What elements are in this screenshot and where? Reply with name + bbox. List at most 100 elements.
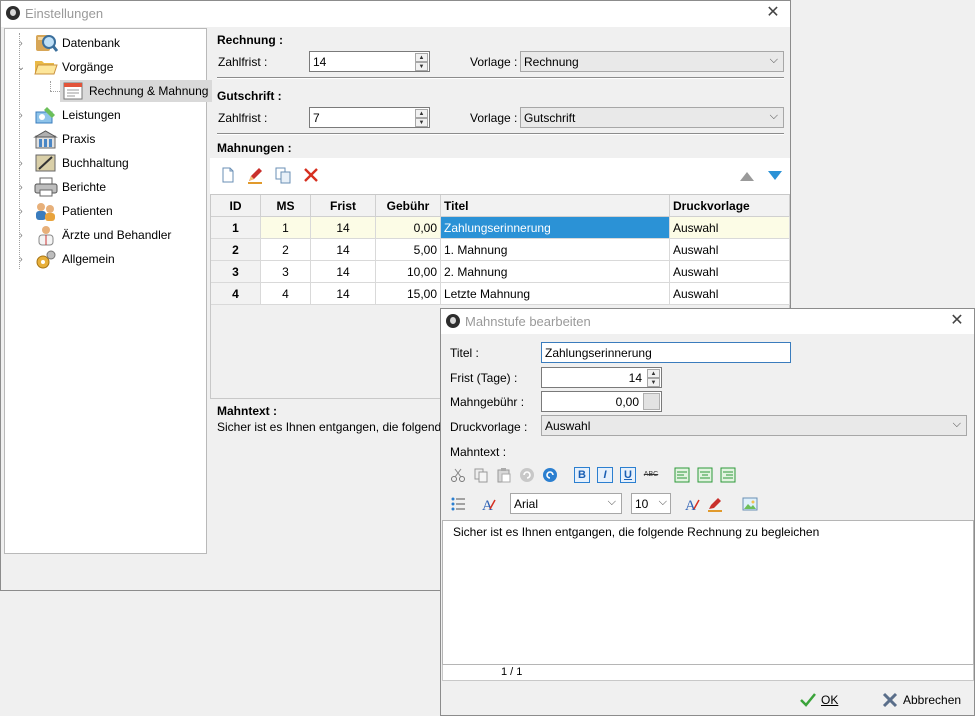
tree-item-allgemein[interactable]: › Allgemein bbox=[19, 248, 115, 270]
new-document-icon[interactable] bbox=[219, 166, 237, 184]
tree-item-vorgaenge[interactable]: ⌄ Vorgänge bbox=[17, 56, 113, 78]
table-cell-gebuehr[interactable]: 0,00 bbox=[376, 217, 441, 239]
column-header-druckvorlage[interactable]: Druckvorlage bbox=[670, 195, 790, 217]
close-icon[interactable]: ✕ bbox=[948, 312, 966, 330]
table-cell-frist[interactable]: 14 bbox=[311, 283, 376, 305]
paste-icon[interactable] bbox=[496, 467, 512, 483]
font-name-select[interactable]: Arial ⌵ bbox=[510, 493, 622, 514]
rechnung-zahlfrist-value: 14 bbox=[313, 55, 327, 69]
tree-item-patienten[interactable]: › Patienten bbox=[19, 200, 113, 222]
spin-up-icon[interactable]: ▲ bbox=[415, 109, 428, 118]
column-header-gebuehr[interactable]: Gebühr bbox=[376, 195, 441, 217]
align-right-icon[interactable] bbox=[720, 467, 736, 483]
italic-button[interactable]: I bbox=[597, 467, 613, 483]
mahntext-preview: Sicher ist es Ihnen entgangen, die folge… bbox=[217, 420, 467, 434]
column-header-titel[interactable]: Titel bbox=[441, 195, 670, 217]
table-row-id[interactable]: 4 bbox=[211, 283, 261, 305]
table-cell-gebuehr[interactable]: 5,00 bbox=[376, 239, 441, 261]
expand-arrow-icon[interactable]: › bbox=[16, 206, 26, 217]
align-center-icon[interactable] bbox=[697, 467, 713, 483]
font-size-select[interactable]: 10 ⌵ bbox=[631, 493, 671, 514]
tree-item-leistungen[interactable]: › Leistungen bbox=[19, 104, 121, 126]
tree-item-aerzte[interactable]: › Ärzte und Behandler bbox=[19, 224, 171, 246]
tree-item-praxis[interactable]: Praxis bbox=[33, 128, 95, 150]
copy-icon[interactable] bbox=[473, 467, 489, 483]
expand-arrow-icon[interactable]: › bbox=[16, 110, 26, 121]
mahngebuehr-input[interactable]: 0,00 bbox=[541, 391, 662, 412]
font-size-value: 10 bbox=[635, 497, 649, 511]
edit-pencil-icon[interactable] bbox=[246, 166, 264, 184]
titel-input[interactable]: Zahlungserinnerung bbox=[541, 342, 791, 363]
column-header-frist[interactable]: Frist bbox=[311, 195, 376, 217]
table-cell-titel[interactable]: 2. Mahnung bbox=[441, 261, 670, 283]
spin-up-icon[interactable]: ▲ bbox=[415, 53, 428, 62]
close-icon[interactable]: ✕ bbox=[764, 4, 782, 22]
bullet-list-icon[interactable] bbox=[450, 496, 466, 512]
collapse-arrow-icon[interactable]: ⌄ bbox=[16, 62, 26, 73]
rechnung-zahlfrist-stepper[interactable]: 14 ▲ ▼ bbox=[309, 51, 430, 72]
bold-button[interactable]: B bbox=[574, 467, 590, 483]
spin-down-icon[interactable]: ▼ bbox=[415, 118, 428, 127]
table-cell-ms[interactable]: 2 bbox=[261, 239, 311, 261]
text-color-icon[interactable]: A bbox=[684, 496, 700, 514]
table-row-id[interactable]: 3 bbox=[211, 261, 261, 283]
underline-button[interactable]: U bbox=[620, 467, 636, 483]
spin-down-icon[interactable]: ▼ bbox=[647, 378, 660, 387]
table-cell-frist[interactable]: 14 bbox=[311, 239, 376, 261]
tree-item-buchhaltung[interactable]: › Buchhaltung bbox=[19, 152, 129, 174]
calculator-button[interactable] bbox=[643, 393, 660, 410]
table-cell-titel-selected[interactable]: Zahlungserinnerung bbox=[441, 217, 670, 239]
column-header-ms[interactable]: MS bbox=[261, 195, 311, 217]
insert-image-icon[interactable] bbox=[742, 496, 758, 512]
spin-down-icon[interactable]: ▼ bbox=[415, 62, 428, 71]
druckvorlage-select[interactable]: Auswahl ⌵ bbox=[541, 415, 967, 436]
expand-arrow-icon[interactable]: › bbox=[16, 158, 26, 169]
table-cell-druckvorlage[interactable]: Auswahl bbox=[670, 217, 790, 239]
tree-item-berichte[interactable]: › Berichte bbox=[19, 176, 106, 198]
table-cell-gebuehr[interactable]: 15,00 bbox=[376, 283, 441, 305]
druckvorlage-value: Auswahl bbox=[545, 419, 591, 433]
tree-item-rechnung-mahnung[interactable]: Rechnung & Mahnung bbox=[60, 80, 213, 102]
table-cell-titel[interactable]: Letzte Mahnung bbox=[441, 283, 670, 305]
cut-icon[interactable] bbox=[450, 467, 466, 483]
table-cell-druckvorlage[interactable]: Auswahl bbox=[670, 239, 790, 261]
frist-stepper[interactable]: 14 ▲ ▼ bbox=[541, 367, 662, 388]
delete-icon[interactable] bbox=[302, 166, 320, 184]
table-row-id[interactable]: 1 bbox=[211, 217, 261, 239]
font-icon[interactable]: A bbox=[480, 496, 496, 514]
tree-item-datenbank[interactable]: › Datenbank bbox=[19, 32, 120, 54]
ok-button[interactable]: OK bbox=[799, 689, 838, 711]
move-up-icon[interactable] bbox=[738, 167, 756, 185]
table-cell-gebuehr[interactable]: 10,00 bbox=[376, 261, 441, 283]
expand-arrow-icon[interactable]: › bbox=[16, 254, 26, 265]
redo-icon[interactable] bbox=[542, 467, 558, 483]
cancel-button[interactable]: Abbrechen bbox=[881, 689, 961, 711]
column-header-id[interactable]: ID bbox=[211, 195, 261, 217]
mahntext-editor[interactable]: Sicher ist es Ihnen entgangen, die folge… bbox=[442, 520, 974, 665]
table-cell-ms[interactable]: 3 bbox=[261, 261, 311, 283]
align-left-icon[interactable] bbox=[674, 467, 690, 483]
gutschrift-vorlage-select[interactable]: Gutschrift ⌵ bbox=[520, 107, 784, 128]
table-cell-frist[interactable]: 14 bbox=[311, 261, 376, 283]
rechnung-vorlage-select[interactable]: Rechnung ⌵ bbox=[520, 51, 784, 72]
expand-arrow-icon[interactable]: › bbox=[16, 182, 26, 193]
chevron-down-icon: ⌵ bbox=[658, 496, 667, 508]
move-down-icon[interactable] bbox=[766, 167, 784, 185]
strikethrough-button[interactable]: ABC bbox=[641, 467, 661, 483]
table-cell-frist[interactable]: 14 bbox=[311, 217, 376, 239]
table-cell-ms[interactable]: 1 bbox=[261, 217, 311, 239]
rechnung-zahlfrist-label: Zahlfrist : bbox=[218, 55, 268, 69]
undo-icon[interactable] bbox=[519, 467, 535, 483]
gutschrift-zahlfrist-stepper[interactable]: 7 ▲ ▼ bbox=[309, 107, 430, 128]
copy-icon[interactable] bbox=[274, 166, 292, 184]
expand-arrow-icon[interactable]: › bbox=[16, 230, 26, 241]
spin-up-icon[interactable]: ▲ bbox=[647, 369, 660, 378]
table-cell-ms[interactable]: 4 bbox=[261, 283, 311, 305]
table-cell-titel[interactable]: 1. Mahnung bbox=[441, 239, 670, 261]
titel-value: Zahlungserinnerung bbox=[545, 346, 652, 360]
table-cell-druckvorlage[interactable]: Auswahl bbox=[670, 283, 790, 305]
expand-arrow-icon[interactable]: › bbox=[16, 38, 26, 49]
table-cell-druckvorlage[interactable]: Auswahl bbox=[670, 261, 790, 283]
highlight-icon[interactable] bbox=[707, 496, 723, 512]
table-row-id[interactable]: 2 bbox=[211, 239, 261, 261]
